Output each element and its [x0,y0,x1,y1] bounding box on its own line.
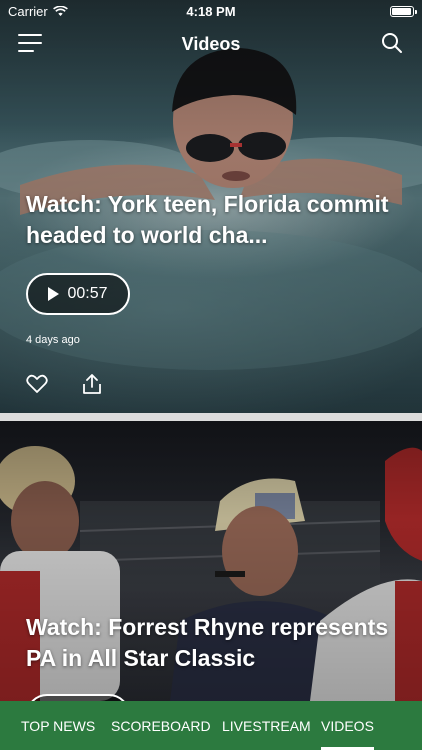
menu-button[interactable] [18,34,42,52]
video-title[interactable]: Watch: Forrest Rhyne represents PA in Al… [26,612,406,674]
nav-header: Videos [0,22,422,66]
play-button[interactable]: 00:57 [26,273,130,315]
tab-label: VIDEOS [321,717,374,734]
search-icon [382,33,402,53]
battery-level [392,7,411,15]
play-button[interactable] [26,694,130,701]
video-card[interactable]: Watch: Forrest Rhyne represents PA in Al… [0,421,422,701]
carrier-label: Carrier [8,3,48,19]
tab-scoreboard[interactable]: SCOREBOARD [111,701,211,750]
video-title[interactable]: Watch: York teen, Florida commit headed … [26,189,406,251]
menu-icon-line [18,34,42,36]
share-button[interactable] [80,372,104,396]
video-duration: 00:57 [67,285,108,302]
tab-label: TOP NEWS [21,717,96,734]
wifi-icon [52,5,68,16]
status-bar: Carrier 4:18 PM [0,0,422,22]
search-button[interactable] [380,31,404,55]
favorite-button[interactable] [25,372,49,396]
battery-icon [390,5,417,17]
heart-icon [26,374,48,393]
video-age: 4 days ago [26,334,80,346]
page-title: Videos [181,33,241,54]
share-icon [83,374,101,394]
card-separator [0,413,422,421]
tab-livestream[interactable]: LIVESTREAM [222,701,311,750]
tab-label: SCOREBOARD [111,717,211,734]
bottom-tab-bar: TOP NEWS SCOREBOARD LIVESTREAM VIDEOS [0,701,422,750]
videos-screen: Watch: York teen, Florida commit headed … [0,0,422,750]
tab-videos[interactable]: VIDEOS [321,701,374,750]
tab-label: LIVESTREAM [222,717,311,734]
menu-icon-line [18,50,34,52]
tab-top-news[interactable]: TOP NEWS [21,701,95,750]
play-icon [48,287,60,301]
menu-icon-line [18,42,42,44]
